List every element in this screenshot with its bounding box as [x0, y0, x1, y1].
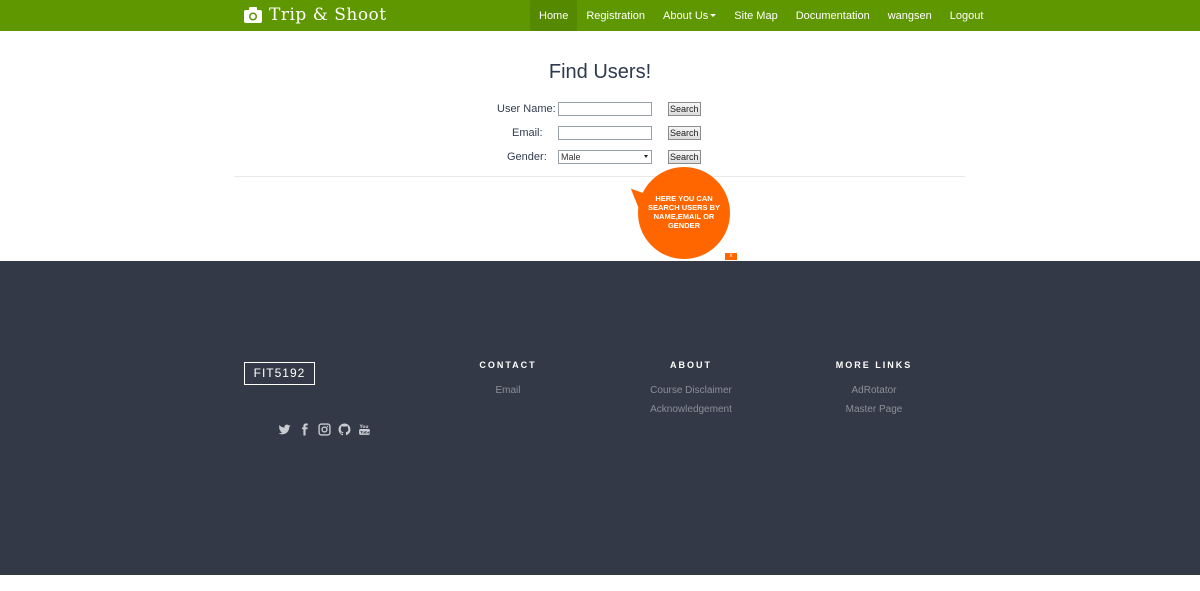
footer-link-acknowledgement[interactable]: Acknowledgement [611, 400, 771, 419]
nav-label: wangsen [887, 9, 932, 22]
search-email-button[interactable]: Search [668, 126, 701, 140]
tooltip-close-button[interactable]: x [725, 253, 737, 260]
gender-row: Gender: Male Search [0, 150, 1200, 166]
main-nav: Home Registration About Us Site Map Docu… [530, 0, 992, 31]
footer-more-links: MORE LINKS AdRotator Master Page [794, 360, 954, 419]
footer-logo: FIT5192 [244, 362, 315, 385]
page-title: Find Users! [548, 61, 652, 83]
nav-label: About Us [663, 9, 709, 22]
footer-link-adrotator[interactable]: AdRotator [794, 381, 954, 400]
username-row: User Name: Search [0, 102, 1200, 118]
nav-label: Home [539, 9, 569, 22]
camera-icon [243, 5, 263, 25]
brand-name: Trip & Shoot [269, 5, 387, 25]
nav-item-home[interactable]: Home [530, 0, 578, 31]
email-label: Email: [512, 127, 543, 139]
nav-label: Documentation [795, 9, 870, 22]
nav-item-about-us[interactable]: About Us [654, 0, 725, 31]
nav-item-documentation[interactable]: Documentation [787, 0, 879, 31]
social-links: You Tube [278, 423, 371, 436]
footer-link-course-disclaimer[interactable]: Course Disclaimer [611, 381, 771, 400]
brand-logo[interactable]: Trip & Shoot [243, 4, 387, 26]
facebook-icon[interactable] [298, 423, 311, 436]
nav-item-site-map[interactable]: Site Map [725, 0, 786, 31]
caret-down-icon [710, 14, 717, 17]
footer-about: ABOUT Course Disclaimer Acknowledgement [611, 360, 771, 419]
username-label: User Name: [497, 103, 556, 115]
nav-label: Logout [949, 9, 984, 22]
nav-item-logout[interactable]: Logout [941, 0, 993, 31]
top-navbar: Trip & Shoot Home Registration About Us … [0, 0, 1200, 31]
footer-link-email[interactable]: Email [428, 381, 588, 400]
search-gender-button[interactable]: Search [668, 150, 701, 164]
gender-selected-value: Male [561, 152, 581, 162]
youtube-icon[interactable]: You Tube [358, 423, 371, 436]
tooltip-text: HERE YOU CAN SEARCH USERS BY NAME,EMAIL … [647, 194, 721, 230]
dropdown-arrow-icon [644, 155, 648, 158]
search-username-button[interactable]: Search [668, 102, 701, 116]
footer-contact-heading: CONTACT [479, 360, 537, 370]
footer-about-heading: ABOUT [670, 360, 712, 370]
email-input[interactable] [558, 126, 652, 140]
username-input[interactable] [558, 102, 652, 116]
footer-more-links-heading: MORE LINKS [835, 360, 913, 370]
instagram-icon[interactable] [318, 423, 331, 436]
nav-item-user[interactable]: wangsen [879, 0, 941, 31]
gender-select[interactable]: Male [558, 150, 652, 164]
github-icon[interactable] [338, 423, 351, 436]
nav-label: Registration [586, 9, 646, 22]
email-row: Email: Search [0, 126, 1200, 142]
gender-label: Gender: [507, 151, 547, 163]
footer-contact: CONTACT Email [428, 360, 588, 400]
footer [0, 261, 1200, 575]
divider [234, 176, 965, 177]
nav-label: Site Map [734, 9, 778, 22]
svg-text:Tube: Tube [360, 430, 371, 435]
nav-item-registration[interactable]: Registration [577, 0, 654, 31]
footer-link-master-page[interactable]: Master Page [794, 400, 954, 419]
twitter-icon[interactable] [278, 423, 291, 436]
